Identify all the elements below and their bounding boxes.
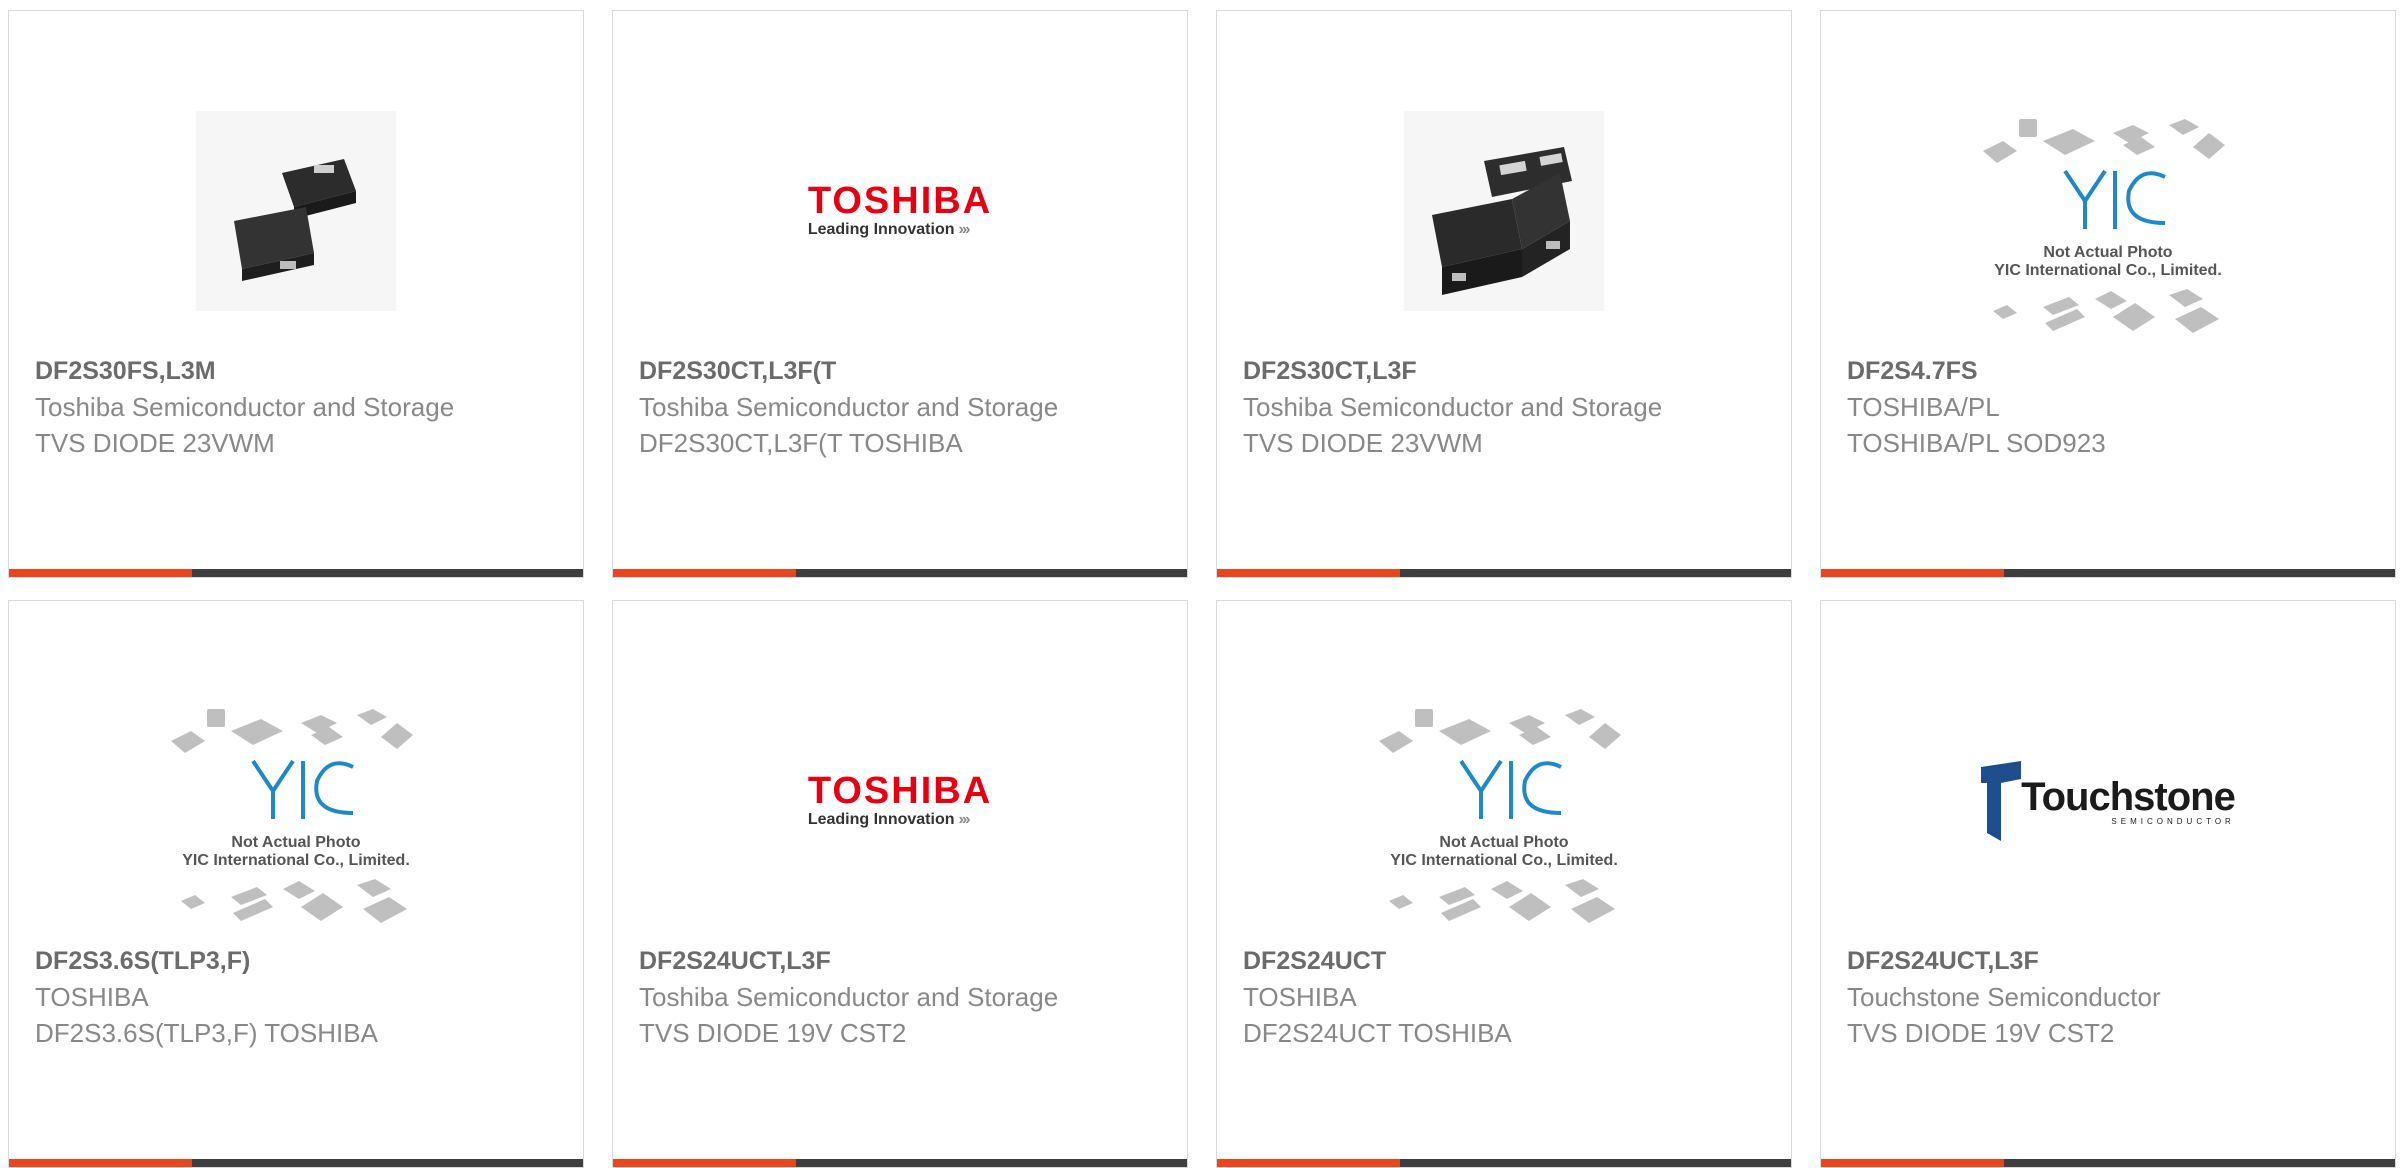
card-accent-bar (9, 1159, 192, 1167)
product-card[interactable]: Not Actual Photo YIC International Co., … (1820, 10, 2396, 578)
svg-text:YIC International Co., Limited: YIC International Co., Limited. (1994, 262, 2222, 279)
card-bottom-bar (9, 1159, 583, 1167)
product-card[interactable]: Touchstone SEMICONDUCTOR DF2S24UCT,L3F T… (1820, 600, 2396, 1168)
manufacturer: Touchstone Semiconductor (1847, 982, 2161, 1012)
product-card[interactable]: Not Actual Photo YIC International Co., … (1216, 600, 1792, 1168)
svg-text:Not Actual Photo: Not Actual Photo (231, 834, 360, 851)
part-number[interactable]: DF2S30CT,L3F (1243, 353, 1663, 389)
svg-text:YIC International Co., Limited: YIC International Co., Limited. (182, 852, 410, 869)
product-image[interactable] (1217, 81, 1791, 341)
card-bottom-bar (613, 569, 1187, 577)
card-accent-bar (1821, 1159, 2004, 1167)
card-accent-bar (1217, 569, 1400, 577)
manufacturer: Toshiba Semiconductor and Storage (1243, 392, 1663, 422)
part-number[interactable]: DF2S4.7FS (1847, 353, 2267, 389)
sod-package-photo (196, 111, 396, 311)
card-accent-bar (613, 1159, 796, 1167)
product-card[interactable]: Not Actual Photo YIC International Co., … (8, 600, 584, 1168)
description: TVS DIODE 23VWM (35, 428, 275, 458)
card-bottom-bar (1821, 1159, 2395, 1167)
touchstone-mark-icon (1981, 761, 2022, 841)
product-card[interactable]: DF2S30CT,L3F Toshiba Semiconductor and S… (1216, 10, 1792, 578)
cst2-package-photo (1404, 111, 1604, 311)
description: DF2S24UCT TOSHIBA (1243, 1018, 1512, 1048)
card-bottom-bar (9, 569, 583, 577)
manufacturer: Toshiba Semiconductor and Storage (639, 982, 1059, 1012)
product-image[interactable]: Not Actual Photo YIC International Co., … (1821, 101, 2395, 361)
product-card[interactable]: TOSHIBA Leading Innovation ››› DF2S24UCT,… (612, 600, 1188, 1168)
yic-placeholder-image: Not Actual Photo YIC International Co., … (1983, 119, 2225, 333)
toshiba-logo: TOSHIBA Leading Innovation ››› (807, 180, 993, 238)
part-number[interactable]: DF2S3.6S(TLP3,F) (35, 943, 455, 979)
svg-text:YIC International Co., Limited: YIC International Co., Limited. (1390, 852, 1618, 869)
svg-text:Not Actual Photo: Not Actual Photo (2043, 244, 2172, 261)
manufacturer: TOSHIBA (1243, 982, 1357, 1012)
toshiba-logo: TOSHIBA Leading Innovation ››› (807, 770, 993, 828)
part-number[interactable]: DF2S24UCT,L3F (639, 943, 1059, 979)
card-bottom-bar (1217, 569, 1791, 577)
touchstone-logo: Touchstone SEMICONDUCTOR (1981, 761, 2236, 841)
product-card[interactable]: TOSHIBA Leading Innovation ››› DF2S30CT,L… (612, 10, 1188, 578)
description: DF2S30CT,L3F(T TOSHIBA (639, 428, 963, 458)
product-image[interactable] (9, 81, 583, 341)
card-accent-bar (613, 569, 796, 577)
part-number[interactable]: DF2S24UCT,L3F (1847, 943, 2267, 979)
manufacturer: TOSHIBA/PL (1847, 392, 2000, 422)
manufacturer: TOSHIBA (35, 982, 149, 1012)
part-number[interactable]: DF2S30CT,L3F(T (639, 353, 1059, 389)
card-bottom-bar (1821, 569, 2395, 577)
yic-placeholder-image: Not Actual Photo YIC International Co., … (171, 709, 413, 923)
product-image[interactable]: Not Actual Photo YIC International Co., … (1217, 691, 1791, 951)
yic-placeholder-image: Not Actual Photo YIC International Co., … (1379, 709, 1621, 923)
card-accent-bar (1821, 569, 2004, 577)
description: TVS DIODE 19V CST2 (1847, 1018, 2115, 1048)
product-image[interactable]: TOSHIBA Leading Innovation ››› (613, 671, 1187, 931)
part-number[interactable]: DF2S24UCT (1243, 943, 1663, 979)
product-card[interactable]: DF2S30FS,L3M Toshiba Semiconductor and S… (8, 10, 584, 578)
description: TOSHIBA/PL SOD923 (1847, 428, 2106, 458)
product-grid: DF2S30FS,L3M Toshiba Semiconductor and S… (0, 0, 2400, 1168)
product-image[interactable]: TOSHIBA Leading Innovation ››› (613, 81, 1187, 341)
manufacturer: Toshiba Semiconductor and Storage (639, 392, 1059, 422)
card-bottom-bar (1217, 1159, 1791, 1167)
card-accent-bar (9, 569, 192, 577)
svg-text:Not Actual Photo: Not Actual Photo (1439, 834, 1568, 851)
description: DF2S3.6S(TLP3,F) TOSHIBA (35, 1018, 378, 1048)
card-bottom-bar (613, 1159, 1187, 1167)
description: TVS DIODE 23VWM (1243, 428, 1483, 458)
card-accent-bar (1217, 1159, 1400, 1167)
description: TVS DIODE 19V CST2 (639, 1018, 907, 1048)
product-image[interactable]: Touchstone SEMICONDUCTOR (1821, 671, 2395, 931)
product-image[interactable]: Not Actual Photo YIC International Co., … (9, 691, 583, 951)
manufacturer: Toshiba Semiconductor and Storage (35, 392, 455, 422)
part-number[interactable]: DF2S30FS,L3M (35, 353, 455, 389)
